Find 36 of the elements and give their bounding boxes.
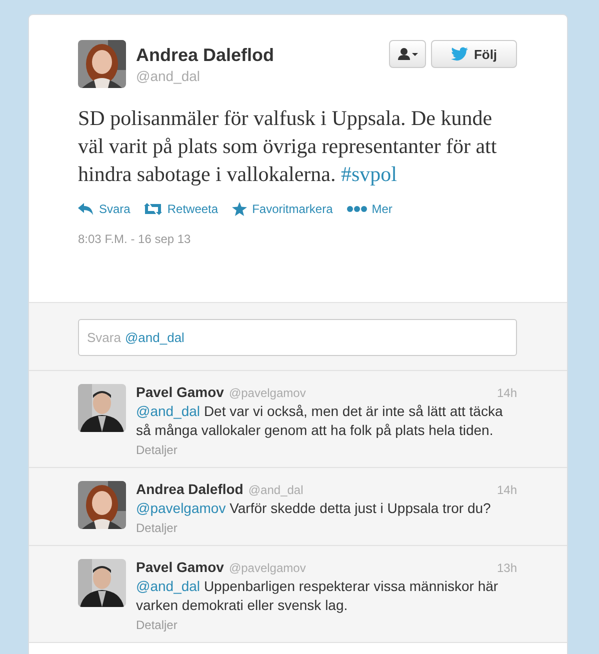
reply-author-name: Pavel Gamov [136,384,224,400]
more-icon [346,206,367,212]
tweet-timestamp: 8:03 F.M. - 16 sep 13 [78,232,192,246]
reply-time: 14h [496,483,517,497]
user-actions-button[interactable] [389,40,426,68]
reply-time: 14h [496,386,517,400]
reply-icon [78,203,94,215]
reply-author-handle: @pavelgamov [228,386,307,400]
favorite-action[interactable]: Favoritmarkera [232,202,333,216]
reply-time: 13h [496,561,517,575]
details-link[interactable]: Detaljer [136,618,178,632]
mention-link[interactable]: @and_dal [136,578,200,594]
user-name: Andrea Daleflod [136,45,276,66]
person-dropdown-icon [398,48,418,60]
user-handle: @and_dal [136,68,202,84]
reply-author-name: Andrea Daleflod [136,481,244,497]
more-action[interactable]: Mer [346,202,392,216]
retweet-action[interactable]: Retweeta [144,202,218,216]
details-link[interactable]: Detaljer [136,443,178,457]
star-icon [232,202,248,216]
reply-author-handle: @pavelgamov [228,561,307,575]
hashtag-link[interactable]: #svpol [340,162,397,186]
mention-link[interactable]: @and_dal [136,403,200,419]
retweet-icon [144,203,162,215]
reply-text: @pavelgamov Varför skedde detta just i Uppsala tror du? [136,499,492,518]
follow-button[interactable]: Följ [431,40,517,68]
details-link[interactable]: Detaljer [136,521,178,535]
reply-action[interactable]: Svara [78,202,130,216]
reply-author-handle: @and_dal [248,483,304,497]
reply-text: @and_dal Det var vi också, men det är inte så lätt att täcka så många vallokaler genom att ha folk på plats hela tiden. [136,402,504,440]
reply-author-name: Pavel Gamov [136,559,224,575]
reply-text: @and_dal Uppenbarligen respekterar vissa människor här varken demokrati eller svensk lag. [136,577,500,615]
tweet-text: SD polisanmäler för valfusk i Uppsala. De kunde väl varit på plats som övriga representanter för att hindra sabotage i vallokalerna. #svpol [78,105,498,188]
reply-field[interactable]: Svara @and_dal [78,319,517,356]
mention-link[interactable]: @pavelgamov [136,500,226,516]
bird-icon [450,47,468,61]
